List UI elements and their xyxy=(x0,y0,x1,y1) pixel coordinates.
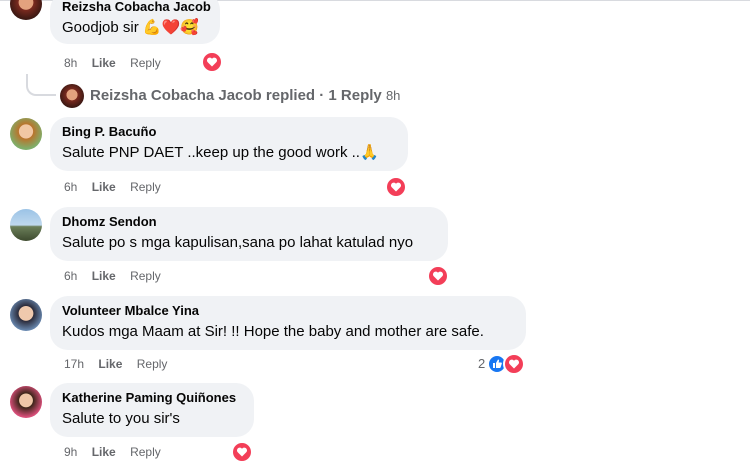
comment-text: Goodjob sir 💪❤️🥰 xyxy=(62,19,199,36)
comment-bubble: Reizsha Cobacha Jacob Goodjob sir 💪❤️🥰 xyxy=(50,0,220,44)
reply-thread-time: 8h xyxy=(385,88,401,103)
reply-button[interactable]: Reply xyxy=(130,56,161,70)
comment-bubble: Bing P. Bacuño Salute PNP DAET ..keep up… xyxy=(50,117,408,171)
reply-thread-label[interactable]: Reizsha Cobacha Jacob replied · 1 Reply … xyxy=(90,87,400,104)
love-reaction-icon[interactable] xyxy=(201,51,223,73)
comment-time[interactable]: 9h xyxy=(64,445,77,459)
comment-author[interactable]: Dhomz Sendon xyxy=(62,214,436,230)
comment-time[interactable]: 17h xyxy=(64,357,84,371)
comment-time[interactable]: 6h xyxy=(64,180,77,194)
comment-author[interactable]: Katherine Paming Quiñones xyxy=(62,390,242,406)
comment-bubble: Volunteer Mbalce Yina Kudos mga Maam at … xyxy=(50,296,526,350)
comment-text: Kudos mga Maam at Sir! !! Hope the baby … xyxy=(62,323,484,340)
love-reaction-icon[interactable] xyxy=(231,441,253,463)
comment-text: Salute po s mga kapulisan,sana po lahat … xyxy=(62,234,414,251)
avatar[interactable] xyxy=(10,299,42,331)
reply-avatar[interactable] xyxy=(60,84,84,108)
comment-author[interactable]: Reizsha Cobacha Jacob xyxy=(62,0,211,15)
comment-actions: 6h Like Reply xyxy=(64,269,172,283)
reply-button[interactable]: Reply xyxy=(137,357,168,371)
comment-text: Salute PNP DAET ..keep up the good work … xyxy=(62,144,379,161)
reaction-count[interactable]: 2 xyxy=(478,356,485,371)
comment-actions: 17h Like Reply xyxy=(64,357,178,371)
reply-button[interactable]: Reply xyxy=(130,445,161,459)
comment-text: Salute to you sir's xyxy=(62,410,180,427)
love-reaction-icon[interactable] xyxy=(385,176,407,198)
reply-button[interactable]: Reply xyxy=(130,269,161,283)
thread-connector xyxy=(26,74,56,96)
comment-actions: 8h Like Reply xyxy=(64,56,172,70)
reply-thread-text[interactable]: Reizsha Cobacha Jacob replied · 1 Reply xyxy=(90,87,382,104)
comment-actions: 9h Like Reply xyxy=(64,445,172,459)
like-button[interactable]: Like xyxy=(92,180,116,194)
like-button[interactable]: Like xyxy=(92,269,116,283)
avatar[interactable] xyxy=(10,0,42,20)
comment-bubble: Katherine Paming Quiñones Salute to you … xyxy=(50,383,254,437)
comment-time[interactable]: 8h xyxy=(64,56,77,70)
reply-button[interactable]: Reply xyxy=(130,180,161,194)
avatar[interactable] xyxy=(10,386,42,418)
love-reaction-icon[interactable] xyxy=(427,265,449,287)
avatar[interactable] xyxy=(10,118,42,150)
comment-time[interactable]: 6h xyxy=(64,269,77,283)
like-button[interactable]: Like xyxy=(98,357,122,371)
love-reaction-icon[interactable] xyxy=(503,353,525,375)
comment-author[interactable]: Bing P. Bacuño xyxy=(62,124,396,140)
like-button[interactable]: Like xyxy=(92,445,116,459)
avatar[interactable] xyxy=(10,209,42,241)
like-button[interactable]: Like xyxy=(92,56,116,70)
comment-bubble: Dhomz Sendon Salute po s mga kapulisan,s… xyxy=(50,207,448,261)
comment-author[interactable]: Volunteer Mbalce Yina xyxy=(62,303,514,319)
comment-actions: 6h Like Reply xyxy=(64,180,172,194)
